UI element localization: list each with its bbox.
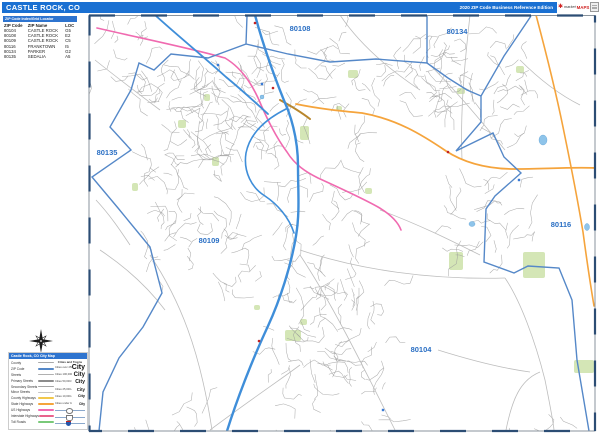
logo-star-icon: ✱ <box>558 4 564 10</box>
map-canvas: 80108 80134 80135 80109 80116 80104 <box>0 0 600 439</box>
zip-index-cell: 80135 <box>4 54 16 60</box>
legend-city-sample: City <box>73 371 85 378</box>
logo-market-text: market <box>564 5 576 9</box>
zip-index-cell: A5 <box>65 54 71 60</box>
poi-marker <box>381 408 385 412</box>
legend-line-swatch <box>38 397 54 400</box>
zip-index-panel: ZIP Code Index/Grid Locator ZIP Code ZIP … <box>3 16 77 60</box>
legend-city-class-label: Cities under 10,000 <box>55 402 72 406</box>
reference-stamp <box>590 2 599 12</box>
park-area <box>348 70 358 78</box>
zip-code-label-80109: 80109 <box>199 236 220 245</box>
legend-city-class-label: Cities over 250,000 <box>55 366 72 370</box>
legend-city-class-label: Cities 100,000-249,999 <box>55 373 72 377</box>
legend-city-sample: City <box>78 401 85 406</box>
legend-cities-column: Cities and Towns Cities over 250,000City… <box>55 359 87 427</box>
legend-line-swatch <box>39 414 54 418</box>
legend-line-swatch <box>38 385 54 388</box>
legend-item-label: Secondary Streets <box>11 384 38 389</box>
poi-marker <box>517 178 521 182</box>
legend-item-label: State Highways <box>11 402 34 407</box>
zip-code-label-80108: 80108 <box>290 24 311 33</box>
legend-items-column: County ZIP Code Streets Primary Streets Seco… <box>9 359 55 427</box>
town-marker <box>257 339 261 343</box>
water-body <box>584 223 590 231</box>
legend-line-swatch <box>38 403 54 406</box>
legend-line-swatch <box>38 368 54 370</box>
legend-item-label: Interstate Highways <box>11 413 39 418</box>
legend-city-class-label: Cities 50,000-99,999 <box>55 380 72 384</box>
park-area <box>523 252 545 278</box>
park-area <box>254 305 260 310</box>
legend-city-class: Cities 25,000-49,999 City <box>55 386 85 393</box>
water-body <box>468 221 476 227</box>
legend-item-label: ZIP Code <box>11 366 25 371</box>
legend-item-label: US Highways <box>11 408 31 413</box>
legend-item-label: Primary Streets <box>11 378 33 383</box>
town-marker <box>446 150 450 154</box>
park-area <box>365 188 372 194</box>
legend-shield-row-us <box>55 414 85 421</box>
page-title: CASTLE ROCK, CO <box>6 3 81 12</box>
town-marker <box>253 21 257 25</box>
park-area <box>516 66 524 73</box>
zip-code-label-80104: 80104 <box>411 345 433 354</box>
legend-shield-row-state <box>55 407 85 414</box>
poi-marker <box>260 82 264 86</box>
water-body <box>259 94 265 100</box>
legend-item-label: Minor Streets <box>11 390 30 395</box>
interstate-highway-shield-icon <box>66 421 71 427</box>
map-legend-panel: Castle Rock, CO City Map County ZIP Code S… <box>8 352 88 430</box>
legend-city-sample: City <box>71 364 85 372</box>
edition-label: 2020 ZIP Code Business Reference Edition <box>459 5 553 10</box>
legend-shield-row-interstate <box>55 420 85 427</box>
legend-city-class-label: Cities 10,000-24,999 <box>55 394 72 398</box>
zip-index-row: 80135 SEDALIA A5 <box>3 54 77 59</box>
park-area <box>457 88 465 94</box>
zip-index-row: 80109 CASTLE ROCK C5 <box>3 38 77 43</box>
north-arrow-icon <box>29 329 53 353</box>
legend-item-label: Streets <box>11 372 22 377</box>
legend-line-swatch <box>38 374 54 376</box>
zip-code-label-80134: 80134 <box>447 27 469 36</box>
map-page: 80108 80134 80135 80109 80116 80104 CASTLE RO… <box>0 0 600 439</box>
zip-code-label-80116: 80116 <box>551 220 571 229</box>
legend-item-label: County Highways <box>11 396 36 401</box>
zip-code-label-80135: 80135 <box>97 148 118 157</box>
zip-index-cell: SEDALIA <box>27 54 46 60</box>
header-bar: CASTLE ROCK, CO 2020 ZIP Code Business R… <box>2 2 557 13</box>
park-area <box>178 120 186 128</box>
poi-marker <box>216 63 220 67</box>
park-area <box>204 94 210 101</box>
marketmaps-logo: ✱ market MAPS <box>558 1 599 13</box>
zip-index-title: ZIP Code Index/Grid Locator <box>3 16 77 22</box>
legend-line-swatch <box>38 362 54 364</box>
legend-city-class: Cities over 250,000City <box>55 364 85 371</box>
park-area <box>132 183 138 191</box>
legend-item-label: County <box>11 360 22 365</box>
legend-city-class: Cities 10,000-24,999 City <box>55 393 85 400</box>
legend-line-swatch <box>38 391 54 393</box>
town-marker <box>271 86 275 90</box>
legend-city-sample: City <box>77 394 85 399</box>
legend-item-label: Toll Roads <box>11 419 26 424</box>
legend-city-class: Cities 100,000-249,999City <box>55 371 85 378</box>
legend-city-class: Cities 50,000-99,999City <box>55 378 85 385</box>
legend-city-class-label: Cities 25,000-49,999 <box>55 387 72 391</box>
logo-maps-text: MAPS <box>576 4 590 10</box>
water-body <box>538 134 548 146</box>
legend-city-class: Cities under 10,000 City <box>55 400 85 407</box>
legend-line-swatch <box>38 420 54 423</box>
zip-index-table: ZIP Code ZIP Name LOC 80104 CASTLE ROCK G5 80… <box>3 23 77 59</box>
legend-item: Toll Roads <box>11 419 54 425</box>
legend-city-sample: City <box>75 378 85 385</box>
legend-city-sample: City <box>76 386 85 392</box>
legend-line-swatch <box>38 379 54 382</box>
legend-line-swatch <box>38 409 54 412</box>
